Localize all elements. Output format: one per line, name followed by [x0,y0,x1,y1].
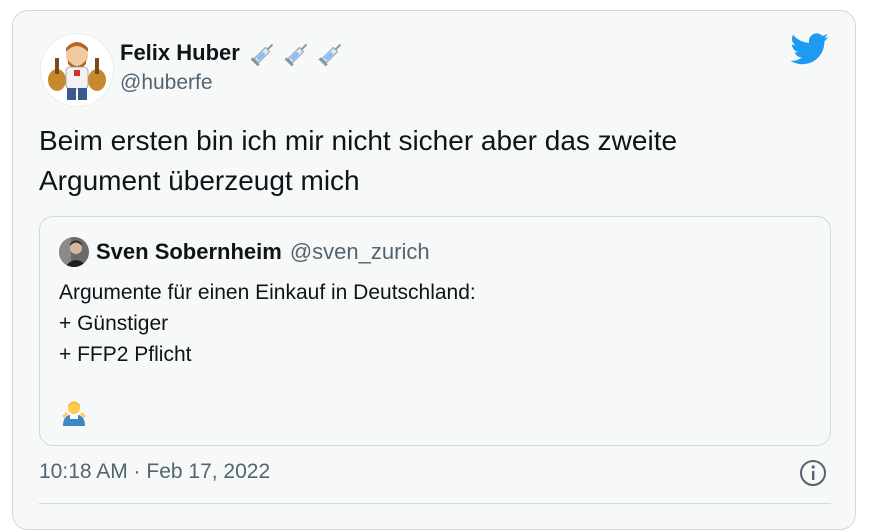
quoted-header: Sven Sobernheim @sven_zurich [96,239,430,265]
quoted-tweet[interactable]: Sven Sobernheim @sven_zurich Argumente f… [39,216,831,446]
quoted-display-name[interactable]: Sven Sobernheim [96,239,282,265]
twitter-bird-icon[interactable] [791,33,829,65]
tweet-timestamp[interactable]: 10:18 AM · Feb 17, 2022 [39,460,270,484]
author-name-row[interactable]: Felix Huber [120,39,346,67]
quoted-handle[interactable]: @sven_zurich [290,239,430,265]
syringe-icon [318,43,342,67]
footer-divider [39,503,831,504]
quoted-avatar[interactable] [59,237,89,267]
syringe-icon [250,43,274,67]
avatar[interactable] [40,33,114,107]
tweet-text: Beim ersten bin ich mir nicht sicher abe… [39,125,678,196]
author-display-name[interactable]: Felix Huber [120,40,240,66]
info-icon[interactable] [799,459,827,487]
tweet-card: Felix Huber @huberfe Beim ersten bin ich… [12,10,856,530]
avatar-illustration [41,34,113,106]
name-emoji-group [250,39,346,67]
quoted-avatar-photo [59,237,89,267]
person-shrugging-icon [62,401,86,426]
syringe-icon [284,43,308,67]
quoted-text: Argumente für einen Einkauf in Deutschla… [59,281,476,366]
author-handle[interactable]: @huberfe [120,71,213,95]
